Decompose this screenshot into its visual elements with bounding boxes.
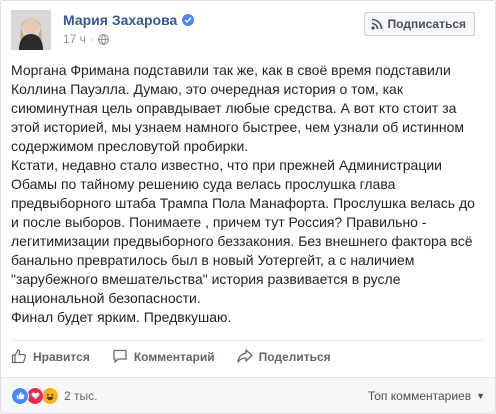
like-label: Нравится — [33, 350, 90, 364]
action-bar: Нравится Комментарий Поделиться — [11, 340, 485, 373]
like-icon — [11, 386, 29, 405]
reactions-bar: 2 тыс. Топ комментариев ▼ — [1, 377, 495, 413]
chevron-down-icon: ▼ — [476, 390, 485, 401]
post-timestamp[interactable]: 17 ч — [63, 32, 86, 46]
rss-icon — [370, 18, 383, 30]
comment-button[interactable]: Комментарий — [112, 342, 215, 372]
share-button[interactable]: Поделиться — [236, 342, 331, 372]
post-paragraph: Моргана Фримана подставили так же, как в… — [11, 62, 465, 154]
comment-icon — [112, 348, 134, 367]
post-paragraph: Финал будет ярким. Предвкушаю. — [11, 309, 232, 325]
post-paragraph: Кстати, недавно стало известно, что при … — [11, 157, 475, 306]
post-card: Мария Захарова 17 ч · Подписаться Морган… — [0, 0, 496, 414]
post-header: Мария Захарова 17 ч · Подписаться — [11, 10, 485, 50]
author-name[interactable]: Мария Захарова — [63, 12, 177, 28]
verified-badge-icon — [182, 14, 195, 26]
subscribe-label: Подписаться — [387, 17, 466, 31]
comment-sort-label: Топ комментариев — [367, 388, 472, 403]
meta-separator: · — [89, 32, 94, 46]
thumbs-up-icon — [11, 348, 33, 367]
subscribe-button[interactable]: Подписаться — [363, 12, 475, 36]
globe-icon[interactable] — [98, 33, 109, 45]
like-button[interactable]: Нравится — [11, 342, 90, 372]
post-meta: 17 ч · — [63, 32, 109, 46]
reactions-count[interactable]: 2 тыс. — [64, 389, 97, 403]
comment-sort-dropdown[interactable]: Топ комментариев ▼ — [368, 389, 485, 403]
comment-label: Комментарий — [133, 350, 215, 364]
post-text: Моргана Фримана подставили так же, как в… — [11, 61, 485, 327]
share-label: Поделиться — [258, 350, 331, 364]
avatar[interactable] — [11, 10, 51, 50]
reaction-icons[interactable] — [11, 386, 59, 405]
author-row: Мария Захарова — [63, 12, 195, 28]
share-icon — [236, 348, 259, 367]
